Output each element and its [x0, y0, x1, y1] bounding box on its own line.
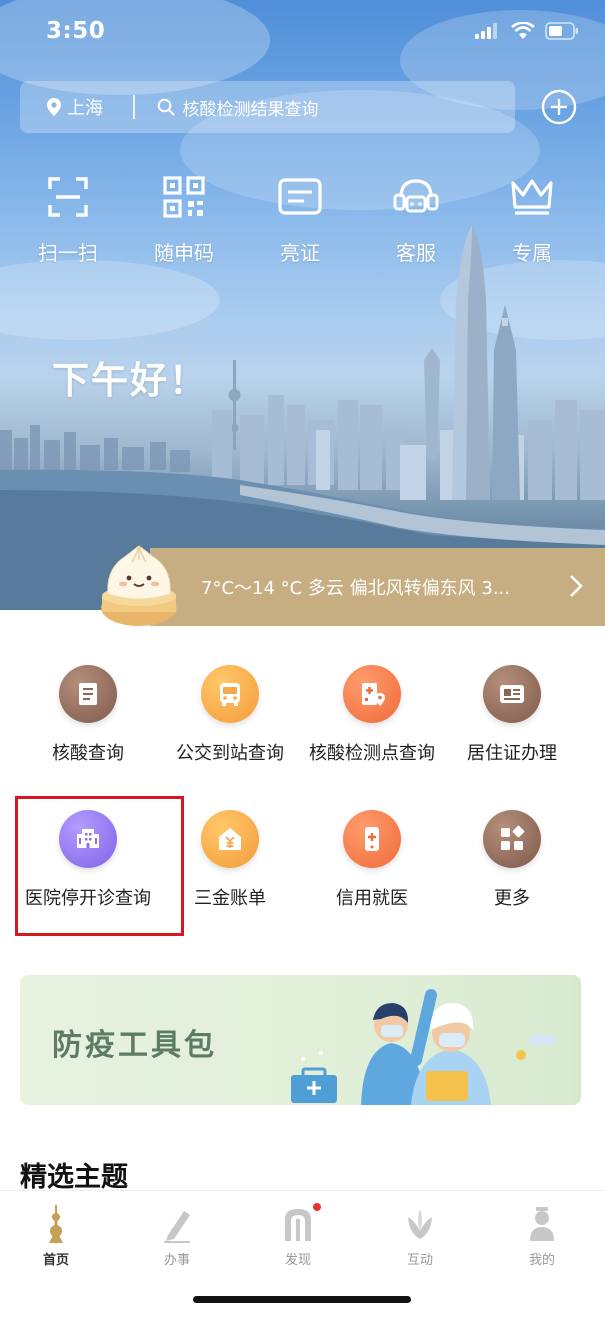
yuan-house-icon [219, 828, 241, 850]
service-label: 更多 [494, 888, 530, 909]
arch-icon [285, 1209, 311, 1241]
service-label: 公交到站查询 [176, 743, 284, 764]
status-time: 3:50 [46, 18, 106, 44]
service-label: 核酸检测点查询 [309, 743, 435, 764]
quick-action-exclusive[interactable]: 专属 [482, 175, 582, 266]
tab-label: 首页 [42, 1253, 69, 1268]
customer-service-icon [393, 179, 439, 213]
city-selector[interactable]: 上海 [46, 94, 103, 120]
service-label: 信用就医 [336, 888, 408, 909]
tab-label: 办事 [163, 1253, 190, 1268]
tab-interact[interactable]: 互动 [375, 1205, 465, 1268]
quick-action-label: 客服 [396, 241, 436, 265]
tab-home[interactable]: 首页 [11, 1205, 101, 1268]
search-icon [157, 98, 174, 116]
tab-label: 互动 [406, 1253, 433, 1268]
person-icon [530, 1207, 554, 1241]
xiaolongbao-mascot-icon [101, 545, 177, 626]
wifi-icon [511, 22, 535, 39]
tab-label: 我的 [528, 1253, 555, 1268]
add-button[interactable] [541, 89, 577, 125]
tab-mine[interactable]: 我的 [497, 1205, 587, 1268]
quick-action-label: 专属 [512, 241, 552, 265]
signal-icon [475, 23, 497, 39]
magnolia-icon [408, 1209, 432, 1239]
city-label: 上海 [67, 98, 103, 119]
quick-action-label: 扫一扫 [38, 241, 98, 265]
medical-workers-illustration [291, 989, 555, 1105]
service-more[interactable]: 更多 [437, 810, 587, 910]
highlight-box [15, 796, 184, 936]
tab-label: 发现 [284, 1253, 311, 1268]
search-bar[interactable]: 上海 核酸检测结果查询 [20, 81, 515, 133]
chevron-right-icon [570, 575, 583, 597]
document-icon [79, 683, 97, 705]
quick-action-show-id[interactable]: 亮证 [250, 175, 350, 266]
crown-icon [511, 179, 553, 215]
weather-bar[interactable]: 7°C～14 °C 多云 偏北风转偏东风 3... [150, 548, 605, 626]
weather-text: 7°C～14 °C 多云 偏北风转偏东风 3... [201, 578, 510, 599]
greeting-text: 下午好！ [52, 359, 208, 402]
service-credit-medical[interactable]: 信用就医 [297, 810, 447, 910]
status-bar: 3:50 [0, 0, 605, 64]
hero-banner: 3:50 上海 核酸检测结果查询 扫一扫 随申码 亮证 客服 专属 下午好！ [0, 0, 605, 610]
service-nucleic-acid-query[interactable]: 核酸查询 [13, 665, 163, 765]
quick-actions: 扫一扫 随申码 亮证 客服 专属 [0, 175, 605, 270]
service-bus-arrival-query[interactable]: 公交到站查询 [155, 665, 305, 765]
qr-code-icon [163, 176, 205, 218]
quick-action-scan[interactable]: 扫一扫 [18, 175, 118, 266]
service-residence-permit[interactable]: 居住证办理 [437, 665, 587, 765]
banner-title: 防疫工具包 [52, 1028, 217, 1063]
location-pin-icon [47, 98, 61, 116]
card-icon [500, 685, 524, 703]
tab-discover[interactable]: 发现 [253, 1203, 343, 1268]
search-input[interactable]: 核酸检测结果查询 [183, 95, 319, 120]
search-divider [133, 95, 135, 119]
battery-icon [545, 22, 578, 40]
epidemic-toolkit-banner[interactable]: 防疫工具包 [20, 975, 581, 1105]
grid-more-icon [501, 825, 525, 850]
tab-services[interactable]: 办事 [132, 1205, 222, 1268]
service-label: 居住证办理 [467, 743, 557, 764]
service-label: 核酸查询 [52, 743, 124, 764]
bus-icon [220, 683, 240, 706]
medical-phone-icon [365, 827, 379, 851]
oriental-pearl-tower-icon [49, 1205, 63, 1243]
quick-action-label: 亮证 [280, 241, 320, 265]
pen-icon [164, 1211, 190, 1243]
quick-action-label: 随申码 [154, 241, 214, 265]
quick-action-customer-service[interactable]: 客服 [366, 175, 466, 266]
service-test-site-query[interactable]: 核酸检测点查询 [297, 665, 447, 765]
home-indicator [193, 1296, 411, 1303]
id-card-icon [278, 178, 322, 215]
notification-badge [313, 1203, 321, 1211]
hospital-location-icon [362, 683, 385, 706]
quick-action-qr[interactable]: 随申码 [134, 175, 234, 266]
section-title: 精选主题 [20, 1162, 128, 1193]
scan-icon [48, 177, 88, 217]
